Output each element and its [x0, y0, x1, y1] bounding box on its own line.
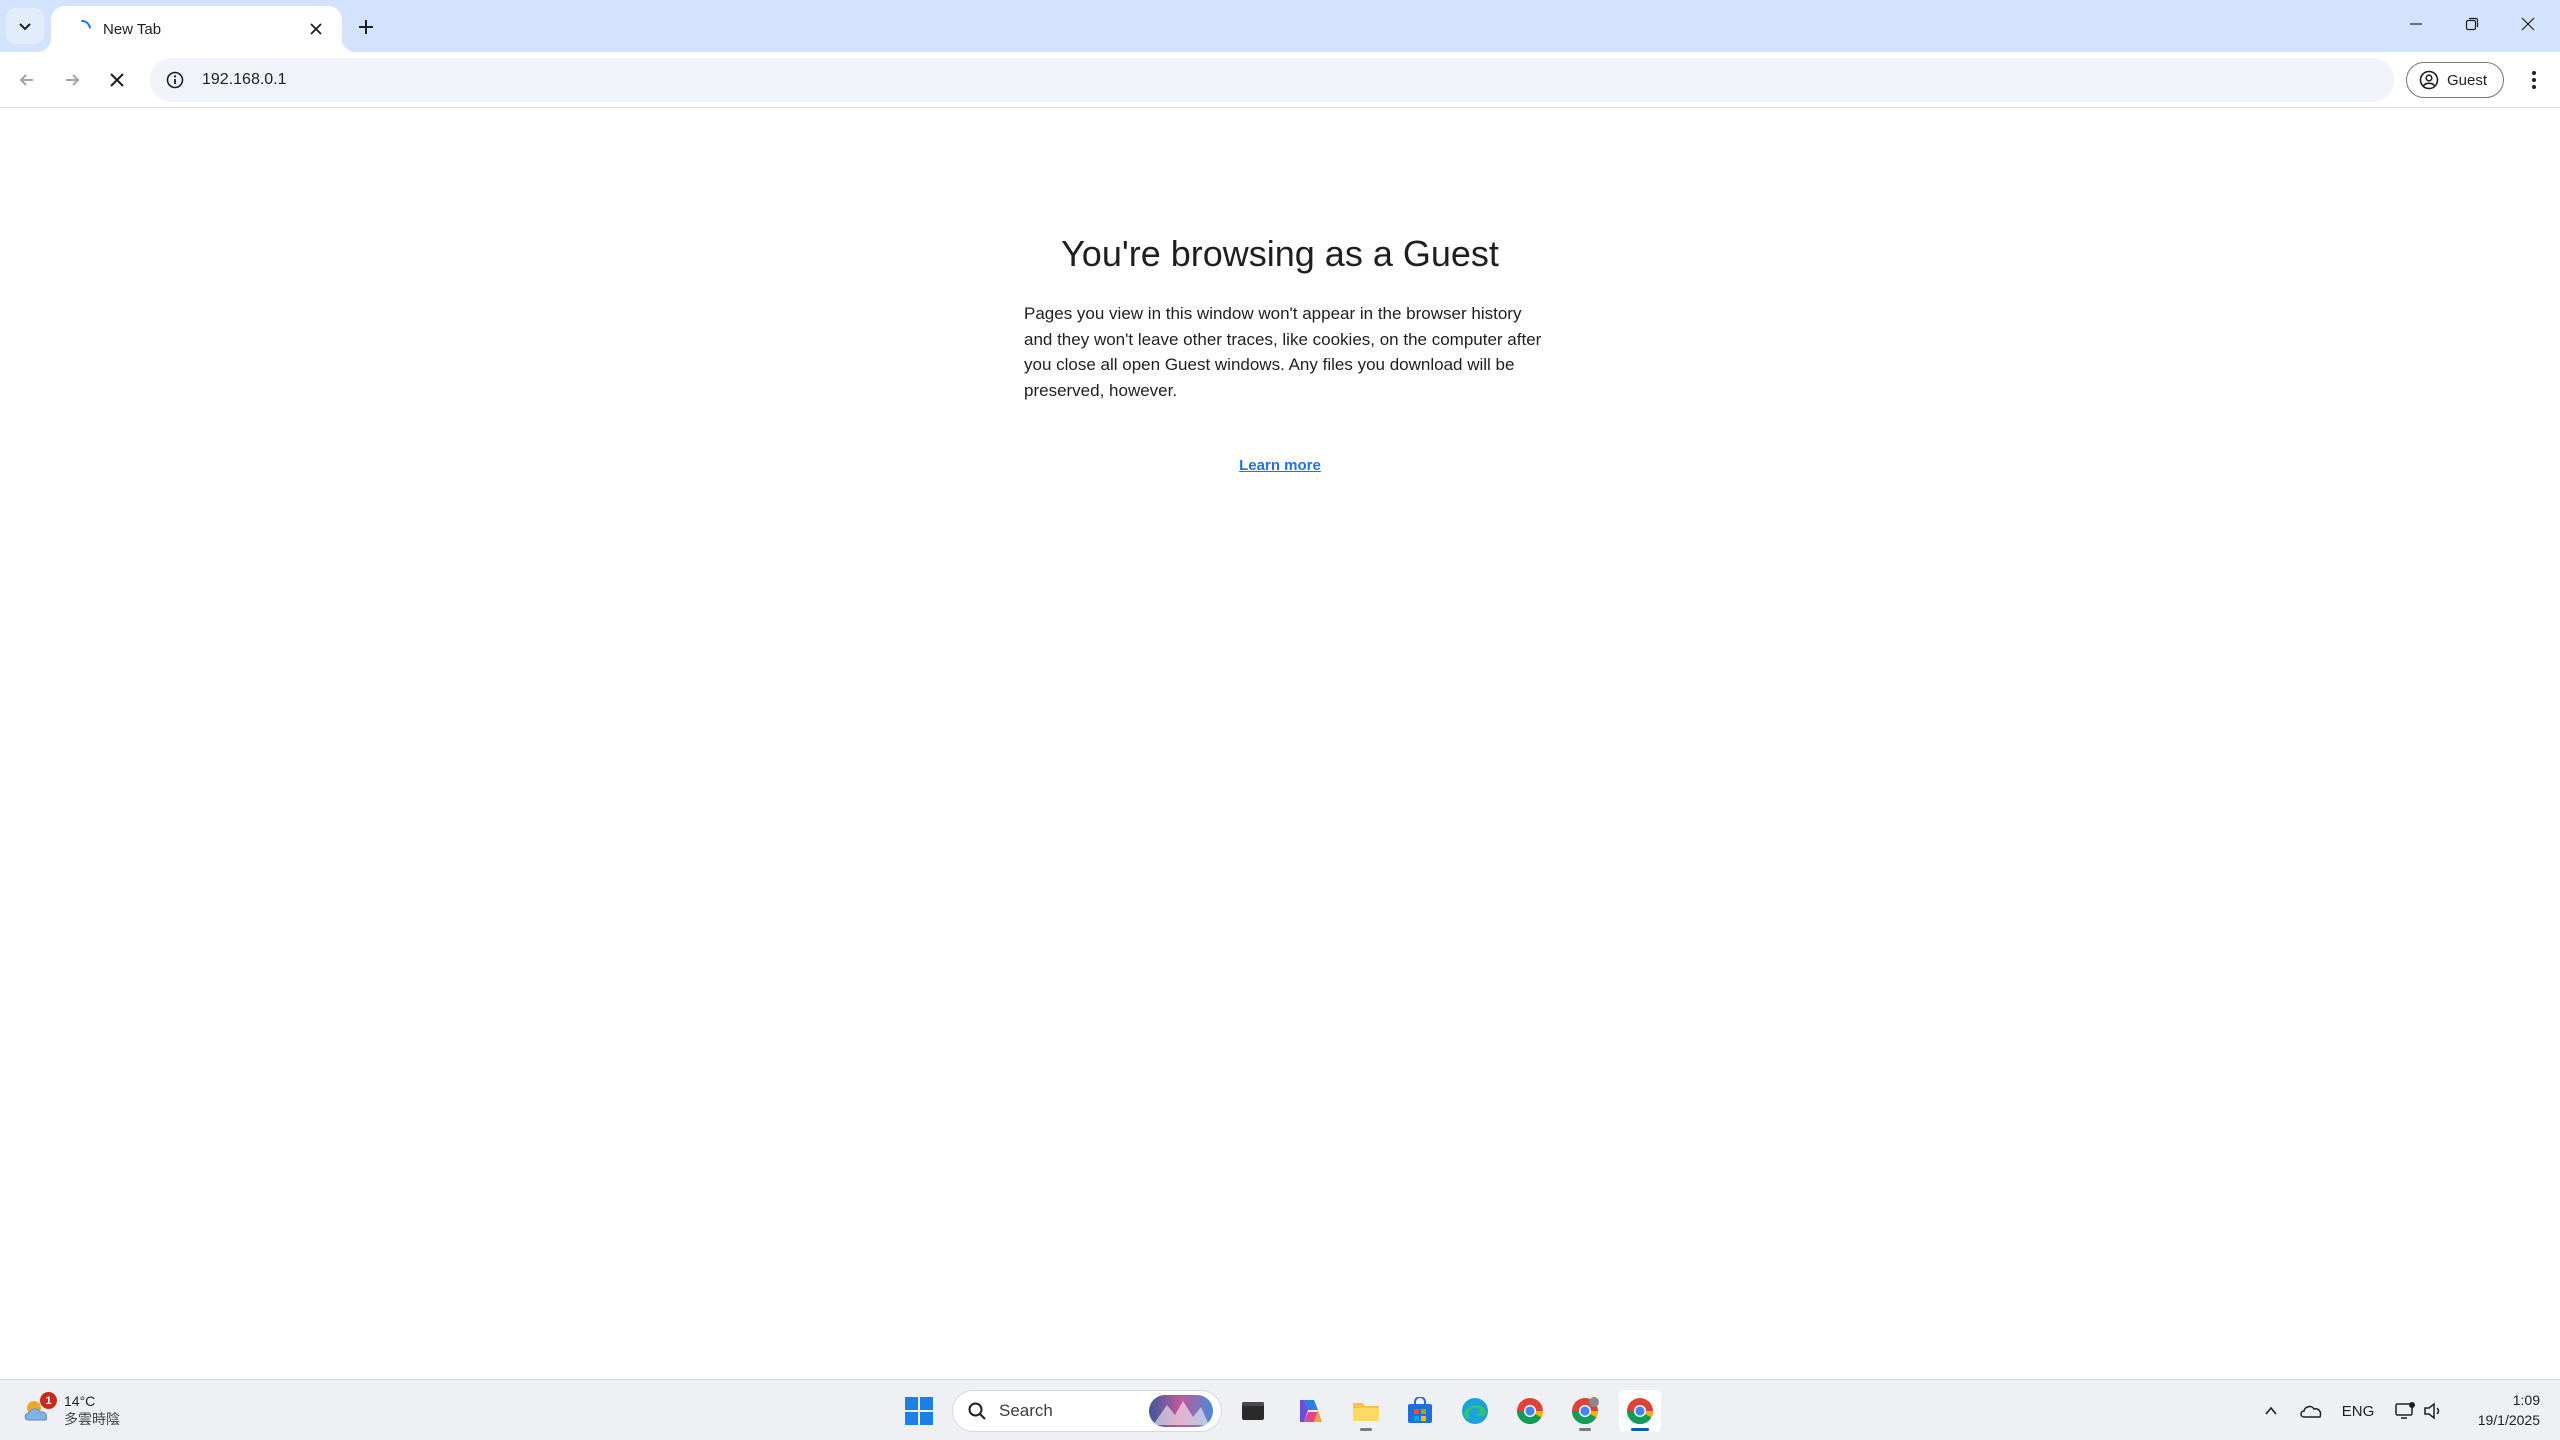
- guest-profile-icon: [2419, 70, 2439, 90]
- page-content: You're browsing as a Guest Pages you vie…: [0, 109, 2560, 1379]
- browser-menu-button[interactable]: [2516, 62, 2552, 98]
- forward-button[interactable]: [54, 62, 90, 98]
- onedrive-icon: [2300, 1405, 2322, 1418]
- file-explorer-icon: [1353, 1403, 1379, 1421]
- page-title: You're browsing as a Guest: [1061, 233, 1499, 274]
- weather-widget[interactable]: 1 14°C 多雲時陰: [20, 1388, 140, 1432]
- back-button[interactable]: [9, 62, 45, 98]
- active-indicator: [1631, 1428, 1649, 1431]
- tab-new-tab[interactable]: New Tab: [37, 6, 356, 52]
- learn-more-link[interactable]: Learn more: [0, 457, 2560, 474]
- weather-cloudy-icon: 1: [20, 1392, 57, 1428]
- close-icon: [2521, 17, 2535, 31]
- minimize-icon: [2410, 23, 2422, 25]
- windows-start-icon: [905, 1397, 933, 1425]
- guest-description: Pages you view in this window won't appe…: [1024, 304, 1542, 400]
- search-placeholder: Search: [999, 1401, 1053, 1420]
- taskbar-chrome-1[interactable]: [1509, 1390, 1551, 1432]
- taskbar-copilot[interactable]: [1290, 1390, 1332, 1432]
- close-icon: [310, 23, 322, 35]
- onedrive-button[interactable]: [2296, 1390, 2326, 1432]
- taskbar-terminal[interactable]: [1232, 1390, 1274, 1432]
- weather-temperature: 14°C: [64, 1393, 96, 1409]
- info-icon: [166, 71, 184, 89]
- search-icon: [968, 1402, 986, 1420]
- show-hidden-icons-button[interactable]: [2258, 1390, 2284, 1432]
- profile-guest-button[interactable]: Guest: [2406, 62, 2504, 98]
- new-tab-button[interactable]: [350, 11, 382, 43]
- profile-label: Guest: [2447, 71, 2488, 89]
- running-indicator: [1360, 1428, 1372, 1431]
- taskbar-file-explorer[interactable]: [1345, 1390, 1387, 1432]
- chrome-icon: [1571, 1397, 1599, 1425]
- arrow-right-icon: [66, 74, 80, 86]
- address-bar[interactable]: 192.168.0.1: [150, 58, 2394, 102]
- edge-icon: [1462, 1398, 1488, 1424]
- tab-close-button[interactable]: [304, 17, 328, 41]
- stop-loading-button[interactable]: [99, 62, 135, 98]
- taskbar-microsoft-store[interactable]: [1399, 1390, 1441, 1432]
- restore-button[interactable]: [2444, 0, 2500, 48]
- input-language-button[interactable]: ENG: [2338, 1390, 2378, 1432]
- plus-icon: [359, 20, 373, 34]
- network-icon: [2395, 1402, 2415, 1419]
- chevron-up-icon: [2265, 1406, 2277, 1415]
- copilot-icon: [1300, 1400, 1322, 1422]
- close-window-button[interactable]: [2500, 0, 2556, 48]
- url-text[interactable]: 192.168.0.1: [202, 71, 287, 89]
- language-indicator: ENG: [2341, 1402, 2375, 1420]
- terminal-icon: [1242, 1402, 1264, 1420]
- minimize-button[interactable]: [2388, 0, 2444, 48]
- microsoft-store-icon: [1408, 1397, 1432, 1423]
- loading-spinner-icon: [69, 16, 95, 42]
- taskbar-search[interactable]: Search: [952, 1390, 1222, 1432]
- site-info-button[interactable]: [164, 69, 186, 91]
- tab-title: New Tab: [103, 20, 162, 38]
- chevron-down-icon: [19, 23, 31, 31]
- taskbar-chrome-active[interactable]: [1619, 1390, 1661, 1432]
- taskbar-chrome-2[interactable]: [1564, 1390, 1606, 1432]
- restore-icon: [2465, 17, 2479, 31]
- clock-time: 1:09: [2512, 1392, 2540, 1408]
- search-highlight-image: [1149, 1395, 1213, 1427]
- more-vertical-icon: [2532, 71, 2536, 89]
- browser-toolbar: 192.168.0.1 Guest: [0, 52, 2560, 108]
- taskbar-clock[interactable]: 1:09 19/1/2025: [2440, 1390, 2540, 1430]
- arrow-left-icon: [19, 74, 33, 86]
- start-button[interactable]: [898, 1390, 940, 1432]
- tab-strip: New Tab: [0, 0, 2560, 52]
- network-button[interactable]: [2390, 1390, 2420, 1432]
- running-indicator: [1579, 1428, 1591, 1431]
- windows-taskbar: 1 14°C 多雲時陰 Search ENG 1:09 19/1/2025: [0, 1379, 2560, 1440]
- weather-condition: 多雲時陰: [64, 1411, 120, 1427]
- weather-badge: 1: [40, 1392, 57, 1409]
- chrome-icon: [1626, 1398, 1654, 1425]
- taskbar-edge[interactable]: [1454, 1390, 1496, 1432]
- chrome-icon: [1517, 1398, 1544, 1424]
- clock-date: 19/1/2025: [2477, 1412, 2540, 1428]
- close-icon: [110, 73, 124, 87]
